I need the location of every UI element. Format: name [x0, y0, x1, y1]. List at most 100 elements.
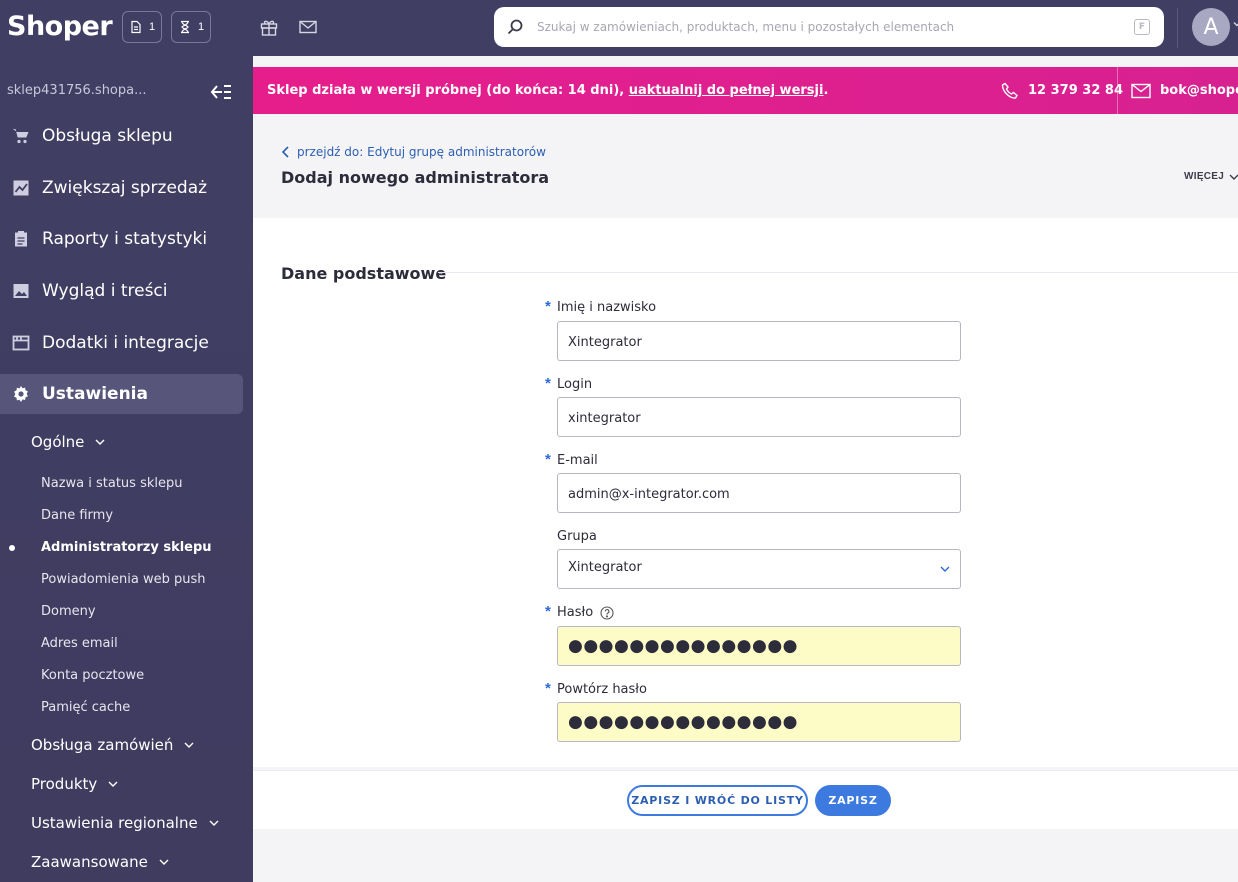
login-field[interactable] [557, 397, 961, 437]
nav-item-wyglad[interactable]: Wygląd i treści [0, 271, 243, 311]
nav-item-ustawienia[interactable]: Ustawienia [0, 374, 243, 414]
page-title: Dodaj nowego administratora [281, 168, 550, 187]
sidebar-group-label: Zaawansowane [31, 853, 148, 871]
email-field[interactable] [557, 473, 961, 513]
search-shortcut-icon: F [1134, 19, 1150, 35]
login-input[interactable] [568, 408, 928, 428]
required-mark: * [545, 451, 551, 468]
documents-count: 1 [148, 21, 156, 33]
tasks-count: 1 [197, 21, 205, 33]
sidebar-group-zaawansowane[interactable]: Zaawansowane [31, 853, 170, 871]
active-indicator-dot [9, 545, 15, 551]
chevron-down-icon[interactable] [1233, 20, 1238, 28]
mail-icon[interactable] [298, 17, 318, 37]
nav-item-label: Zwiększaj sprzedaż [42, 178, 208, 198]
support-email[interactable]: bok@shoper.pl [1160, 83, 1238, 98]
sidebar-group-obsluga-zamowien[interactable]: Obsługa zamówień [31, 736, 195, 754]
sidebar-item-konta-pocztowe[interactable]: Konta pocztowe [41, 668, 144, 683]
required-mark: * [545, 603, 551, 620]
help-icon[interactable] [600, 605, 614, 620]
save-button[interactable]: ZAPISZ [815, 785, 891, 816]
mail-icon [1131, 83, 1151, 99]
password-repeat-field[interactable] [557, 702, 961, 742]
tasks-counter-button[interactable]: 1 [171, 11, 211, 43]
section-title: Dane podstawowe [281, 264, 447, 283]
group-label: Grupa [557, 529, 597, 544]
chart-icon [13, 180, 29, 196]
nav-item-label: Raporty i statystyki [42, 229, 208, 249]
form-footer: ZAPISZ I WRÓĆ DO LISTY ZAPISZ [253, 770, 1238, 829]
password-label-text: Hasło [557, 605, 594, 620]
gear-icon [14, 386, 28, 402]
sidebar-item-powiadomienia[interactable]: Powiadomienia web push [41, 572, 206, 587]
admin-form-card: Dane podstawowe * Imię i nazwisko * Logi… [253, 218, 1238, 767]
email-input[interactable] [568, 484, 928, 504]
password-repeat-input[interactable] [568, 712, 928, 732]
trial-message: Sklep działa w wersji próbnej (do końca:… [267, 83, 629, 98]
chevron-down-icon [184, 742, 194, 748]
sidebar-item-nazwa-i-status[interactable]: Nazwa i status sklepu [41, 476, 182, 491]
support-phone[interactable]: 12 379 32 84 [1028, 83, 1123, 98]
chevron-down-icon [108, 781, 118, 787]
user-avatar[interactable]: A [1192, 8, 1230, 46]
name-label: Imię i nazwisko [557, 300, 656, 315]
sidebar-item-adres-email[interactable]: Adres email [41, 636, 118, 651]
chevron-down-icon [159, 859, 169, 865]
chevron-left-icon [281, 146, 289, 158]
name-label-text: Imię i nazwisko [557, 300, 657, 315]
sidebar-group-label: Ustawienia regionalne [31, 814, 198, 832]
name-input[interactable] [568, 332, 928, 352]
page-header: przejdź do: Edytuj grupę administratorów… [253, 114, 1238, 218]
nav-item-obsluga-sklepu[interactable]: Obsługa sklepu [0, 116, 243, 156]
back-link[interactable]: przejdź do: Edytuj grupę administratorów [281, 145, 546, 159]
hourglass-icon [180, 20, 189, 34]
documents-counter-button[interactable]: 1 [122, 11, 162, 43]
chevron-down-icon [1229, 174, 1238, 180]
sidebar: sklep431756.shopa... Obsługa sklepu Zwię… [0, 56, 253, 882]
chevron-down-icon [209, 820, 219, 826]
sidebar-item-domeny[interactable]: Domeny [41, 604, 96, 619]
nav-item-zwiekszaj-sprzedaz[interactable]: Zwiększaj sprzedaż [0, 168, 243, 208]
password-input[interactable] [568, 636, 928, 656]
save-and-back-button[interactable]: ZAPISZ I WRÓĆ DO LISTY [627, 785, 808, 816]
clipboard-icon [15, 231, 27, 247]
nav-item-dodatki[interactable]: Dodatki i integracje [0, 323, 243, 363]
more-menu-button[interactable]: WIĘCEJ [1184, 171, 1238, 182]
chevron-down-icon [95, 439, 105, 445]
sidebar-item-dane-firmy[interactable]: Dane firmy [41, 508, 113, 523]
gift-icon[interactable] [259, 17, 279, 37]
topbar: Shoper 1 1 F A [0, 0, 1238, 56]
trial-banner: Sklep działa w wersji próbnej (do końca:… [253, 67, 1238, 114]
required-mark: * [545, 298, 551, 315]
cart-icon [13, 129, 29, 144]
shoper-logo[interactable]: Shoper [7, 11, 113, 42]
upgrade-link[interactable]: uaktualnij do pełnej wersji [629, 83, 824, 98]
group-label-text: Grupa [557, 529, 597, 544]
login-label-text: Login [557, 377, 593, 392]
sidebar-group-ustawienia-regionalne[interactable]: Ustawienia regionalne [31, 814, 220, 832]
name-field[interactable] [557, 321, 961, 361]
global-search[interactable]: F [494, 7, 1164, 47]
collapse-sidebar-icon[interactable] [209, 82, 233, 102]
email-label-text: E-mail [557, 453, 598, 468]
document-icon [131, 20, 141, 34]
group-selected-value: Xintegrator [568, 560, 642, 575]
sidebar-item-administratorzy[interactable]: Administratorzy sklepu [41, 540, 212, 555]
sidebar-item-pamiec-cache[interactable]: Pamięć cache [41, 700, 130, 715]
search-input[interactable] [537, 15, 1117, 39]
group-select[interactable]: Xintegrator [557, 549, 961, 589]
sidebar-group-label: Ogólne [31, 433, 85, 451]
sidebar-group-ogolne[interactable]: Ogólne [31, 433, 106, 451]
window-icon [12, 335, 30, 351]
sidebar-group-label: Obsługa zamówień [31, 736, 174, 754]
phone-icon [1001, 82, 1018, 99]
password-field[interactable] [557, 626, 961, 666]
password-label: Hasło [557, 605, 614, 620]
sidebar-group-produkty[interactable]: Produkty [31, 775, 119, 793]
shop-domain[interactable]: sklep431756.shopa... [7, 83, 147, 98]
nav-item-raporty[interactable]: Raporty i statystyki [0, 219, 243, 259]
sidebar-group-label: Produkty [31, 775, 98, 793]
more-label: WIĘCEJ [1184, 171, 1225, 182]
trial-banner-text: Sklep działa w wersji próbnej (do końca:… [267, 83, 828, 98]
search-icon [507, 19, 523, 35]
